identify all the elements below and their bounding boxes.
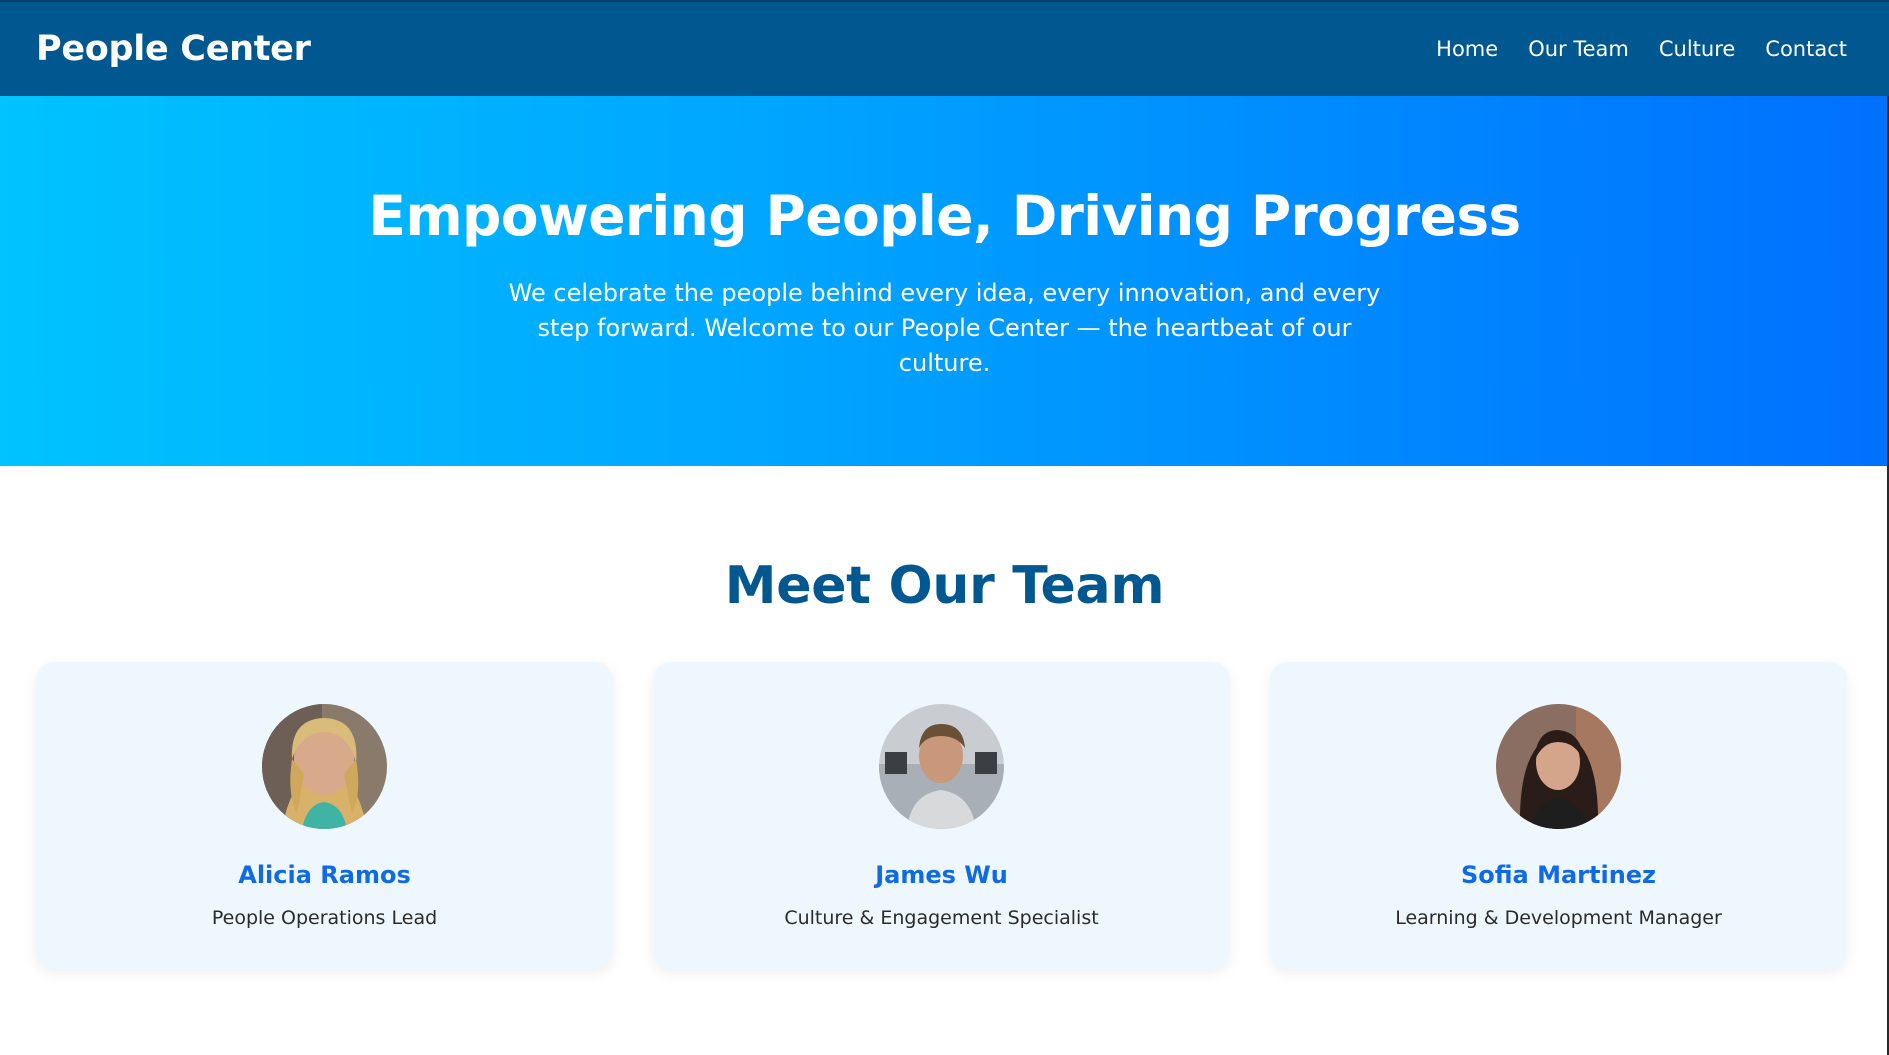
- nav-link-culture[interactable]: Culture: [1659, 37, 1735, 61]
- avatar-photo: [879, 704, 1004, 829]
- team-section: Meet Our Team Alicia Ramos People Operat…: [0, 466, 1889, 969]
- member-role: Learning & Development Manager: [1395, 907, 1722, 929]
- member-name: Sofia Martinez: [1460, 861, 1657, 889]
- member-name: Alicia Ramos: [238, 861, 411, 889]
- main-nav: Home Our Team Culture Contact: [1436, 37, 1847, 61]
- member-role: People Operations Lead: [211, 907, 438, 929]
- team-card-sofia-martinez: Sofia Martinez Learning & Development Ma…: [1270, 662, 1847, 969]
- nav-link-our-team[interactable]: Our Team: [1528, 37, 1629, 61]
- avatar-photo: [1496, 704, 1621, 829]
- hero-subtitle: We celebrate the people behind every ide…: [508, 279, 1381, 377]
- team-cards: Alicia Ramos People Operations Lead Jame…: [0, 662, 1889, 969]
- team-card-james-wu: James Wu Culture & Engagement Specialist: [653, 662, 1230, 969]
- member-name: James Wu: [875, 861, 1008, 889]
- nav-link-home[interactable]: Home: [1436, 37, 1498, 61]
- team-section-title: Meet Our Team: [724, 556, 1165, 616]
- nav-link-contact[interactable]: Contact: [1765, 37, 1847, 61]
- member-role: Culture & Engagement Specialist: [784, 907, 1099, 929]
- avatar-photo: [262, 704, 387, 829]
- hero-title: Empowering People, Driving Progress: [368, 184, 1521, 248]
- site-brand[interactable]: People Center: [36, 29, 311, 69]
- top-navbar: People Center Home Our Team Culture Cont…: [0, 0, 1889, 96]
- team-card-alicia-ramos: Alicia Ramos People Operations Lead: [36, 662, 613, 969]
- hero-banner: Empowering People, Driving Progress We c…: [0, 96, 1889, 466]
